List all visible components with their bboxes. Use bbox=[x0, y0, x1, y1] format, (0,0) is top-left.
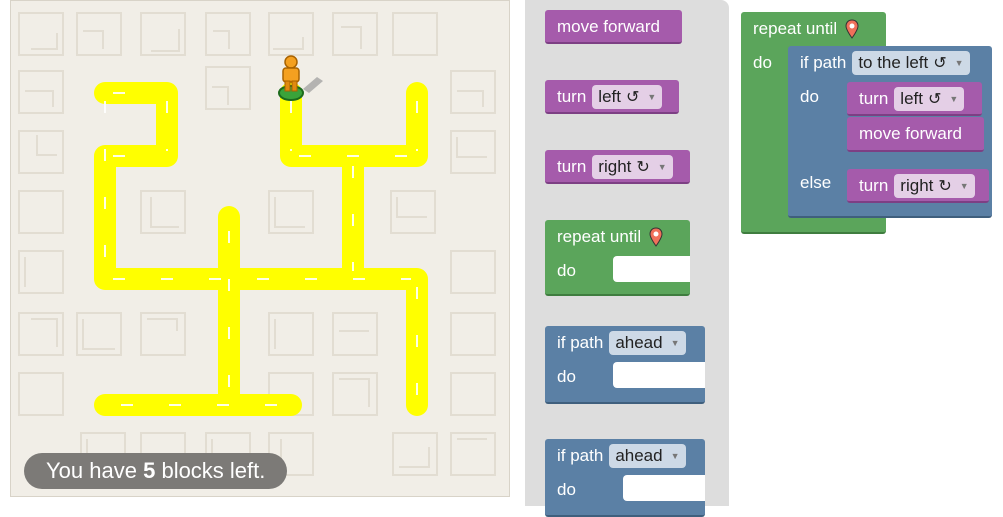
blocks-left-suffix: blocks left. bbox=[161, 458, 266, 483]
toolbox-if-path-block[interactable]: if path ahead ▼ do bbox=[545, 439, 705, 517]
turn-direction-dropdown[interactable]: right ↻ ▼ bbox=[592, 155, 673, 179]
do-slot[interactable] bbox=[613, 256, 690, 282]
else-label: else bbox=[800, 173, 832, 192]
turn-direction-dropdown[interactable]: left ↺ ▼ bbox=[592, 85, 663, 109]
blocks-left-prefix: You have bbox=[46, 458, 137, 483]
blocks-left-badge: You have 5 blocks left. bbox=[24, 453, 288, 489]
do-label: do bbox=[557, 480, 576, 499]
marker-icon bbox=[649, 227, 663, 247]
repeat-until-label: repeat until bbox=[753, 19, 838, 38]
dropdown-value: ahead bbox=[615, 446, 663, 465]
turn-left-icon: ↺ bbox=[625, 89, 640, 106]
do-label: do bbox=[800, 87, 819, 106]
move-forward-label: move forward bbox=[557, 17, 660, 36]
workspace: repeat until do if path to the left ↺ ▼ … bbox=[730, 0, 1003, 506]
dropdown-value: right bbox=[900, 176, 934, 195]
dropdown-value: to the left bbox=[858, 53, 929, 72]
turn-label: turn bbox=[557, 87, 587, 106]
path-direction-dropdown[interactable]: ahead ▼ bbox=[609, 331, 686, 355]
toolbox: move forward turn left ↺ ▼ turn right ↻ … bbox=[525, 0, 729, 517]
turn-label: turn bbox=[859, 89, 889, 108]
dropdown-value: left bbox=[598, 87, 621, 106]
marker-icon bbox=[845, 19, 859, 39]
workspace-move-forward-block[interactable]: move forward bbox=[847, 117, 984, 152]
turn-direction-dropdown[interactable]: left ↺ ▼ bbox=[894, 87, 965, 111]
blocks-left-count: 5 bbox=[143, 458, 156, 483]
turn-label: turn bbox=[859, 176, 889, 195]
toolbox-turn-left-block[interactable]: turn left ↺ ▼ bbox=[545, 80, 679, 114]
dropdown-arrow-icon: ▼ bbox=[954, 58, 964, 68]
maze-canvas: You have 5 blocks left. bbox=[10, 0, 510, 497]
repeat-until-label: repeat until bbox=[557, 227, 642, 246]
turn-left-icon: ↺ bbox=[927, 91, 942, 108]
toolbox-move-forward-block[interactable]: move forward bbox=[545, 10, 682, 44]
path-direction-dropdown[interactable]: to the left ↺ ▼ bbox=[852, 51, 970, 75]
do-label: do bbox=[753, 53, 772, 72]
maze-path bbox=[94, 82, 428, 416]
maze-svg bbox=[18, 12, 496, 476]
path-lane-markings bbox=[104, 92, 418, 406]
toolbox-repeat-until-block[interactable]: repeat until do bbox=[545, 220, 690, 296]
turn-right-icon: ↻ bbox=[636, 159, 650, 176]
dropdown-arrow-icon: ▼ bbox=[670, 451, 680, 461]
do-label: do bbox=[557, 367, 576, 386]
move-forward-label: move forward bbox=[859, 124, 962, 143]
dropdown-arrow-icon: ▼ bbox=[670, 338, 680, 348]
dropdown-value: left bbox=[900, 89, 923, 108]
dropdown-value: ahead bbox=[615, 333, 663, 352]
turn-left-icon: ↺ bbox=[933, 55, 947, 72]
pegman-icon bbox=[278, 55, 323, 101]
turn-direction-dropdown[interactable]: right ↻ ▼ bbox=[894, 174, 975, 198]
workspace-turn-right-block[interactable]: turn right ↻ ▼ bbox=[847, 169, 989, 203]
dropdown-arrow-icon: ▼ bbox=[647, 92, 657, 102]
if-path-label: if path bbox=[800, 53, 847, 72]
dropdown-arrow-icon: ▼ bbox=[949, 94, 959, 104]
toolbox-if-path-block[interactable]: if path ahead ▼ do bbox=[545, 326, 705, 404]
turn-right-icon: ↻ bbox=[938, 178, 952, 195]
dropdown-arrow-icon: ▼ bbox=[959, 181, 969, 191]
path-direction-dropdown[interactable]: ahead ▼ bbox=[609, 444, 686, 468]
do-slot[interactable] bbox=[613, 362, 705, 388]
dropdown-value: right bbox=[598, 157, 632, 176]
dropdown-arrow-icon: ▼ bbox=[657, 162, 667, 172]
toolbox-turn-right-block[interactable]: turn right ↻ ▼ bbox=[545, 150, 690, 184]
if-path-label: if path bbox=[557, 446, 604, 465]
workspace-turn-left-block[interactable]: turn left ↺ ▼ bbox=[847, 82, 982, 116]
do-slot[interactable] bbox=[623, 475, 705, 501]
do-label: do bbox=[557, 261, 576, 280]
turn-label: turn bbox=[557, 157, 587, 176]
if-path-label: if path bbox=[557, 333, 604, 352]
